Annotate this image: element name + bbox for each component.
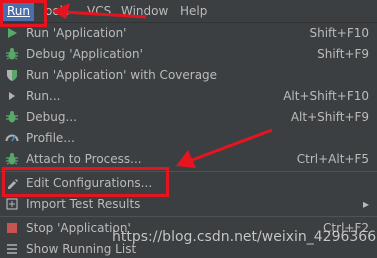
annotation-arrow-bottom	[176, 128, 273, 168]
annotation-arrows	[52, 3, 273, 168]
annotation-arrow-top	[52, 3, 147, 19]
watermark-text: https://blog.csdn.net/weixin_42963666	[112, 229, 377, 245]
